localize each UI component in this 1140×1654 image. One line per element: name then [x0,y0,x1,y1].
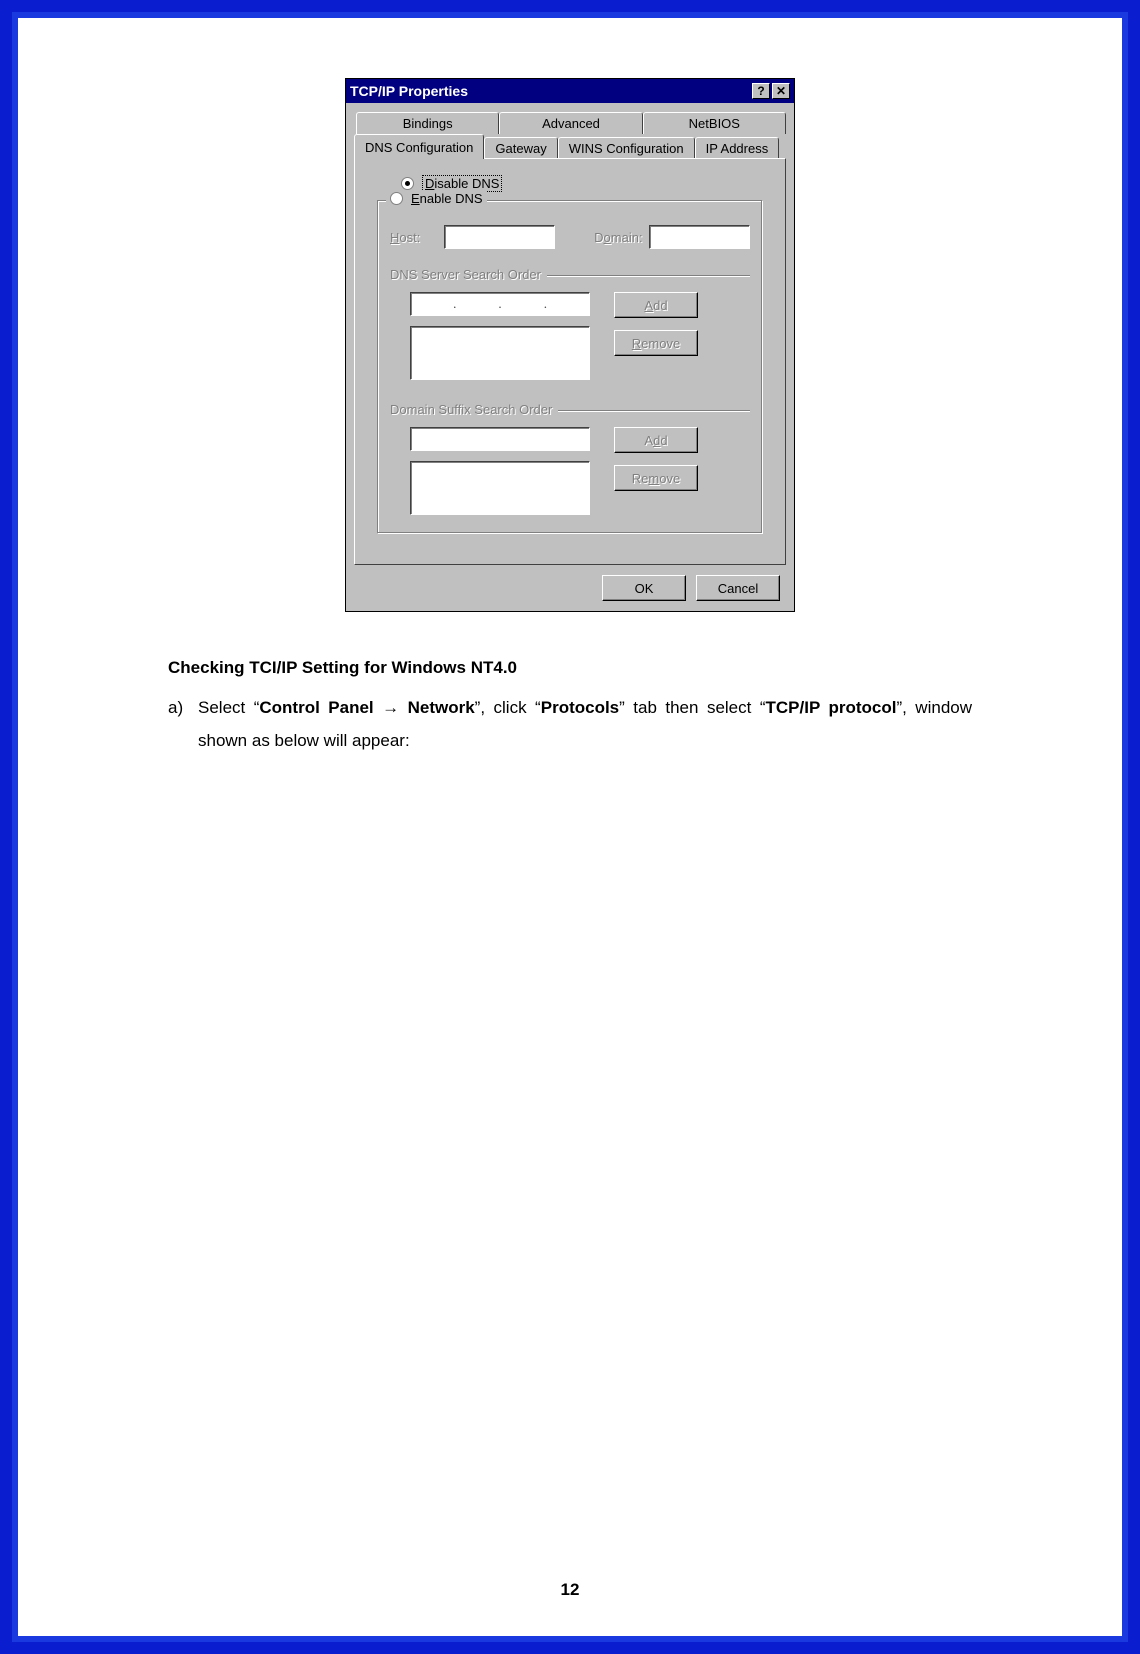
tab-advanced[interactable]: Advanced [499,112,642,134]
domain-input[interactable] [649,225,750,249]
dns-server-search-order-label: DNS Server Search Order [390,267,547,282]
domain-label: Domain: [594,230,642,245]
tab-ip-address[interactable]: IP Address [695,137,780,159]
dns-server-list[interactable] [410,326,590,380]
suffix-list[interactable] [410,461,590,515]
dns-configuration-panel: Disable DNS Enable DNS Host: Domain: [354,158,786,565]
domain-suffix-search-order-label: Domain Suffix Search Order [390,402,558,417]
dns-remove-button[interactable]: Remove [614,330,698,356]
dns-ip-input[interactable]: ... [410,292,590,316]
radio-enable-dns[interactable] [390,192,403,205]
help-button[interactable]: ? [752,83,770,99]
dialog-title: TCP/IP Properties [350,83,750,99]
titlebar: TCP/IP Properties ? ✕ [346,79,794,103]
page-number: 12 [18,1580,1122,1600]
help-icon: ? [757,85,764,97]
radio-icon [401,177,414,190]
tcpip-properties-dialog: TCP/IP Properties ? ✕ Bindings Advanced … [345,78,795,612]
radio-disable-dns[interactable]: Disable DNS [401,175,767,192]
tab-dns-configuration[interactable]: DNS Configuration [354,134,484,159]
tab-gateway[interactable]: Gateway [484,137,557,159]
close-button[interactable]: ✕ [772,83,790,99]
step-a: a) Select “Control Panel → Network”, cli… [168,692,972,757]
tab-netbios[interactable]: NetBIOS [643,112,786,134]
document-body: Checking TCI/IP Setting for Windows NT4.… [168,652,972,757]
radio-enable-label: Enable DNS [411,191,483,206]
radio-disable-label: Disable DNS [422,175,502,192]
cancel-button[interactable]: Cancel [696,575,780,601]
ok-button[interactable]: OK [602,575,686,601]
enable-dns-group: Enable DNS Host: Domain: DNS Se [377,200,763,534]
suffix-remove-button[interactable]: Remove [614,465,698,491]
suffix-input[interactable] [410,427,590,451]
host-label: Host: [390,230,438,245]
host-input[interactable] [444,225,555,249]
dns-add-button[interactable]: Add [614,292,698,318]
tab-bindings[interactable]: Bindings [356,112,499,134]
step-marker: a) [168,692,198,757]
tab-wins-configuration[interactable]: WINS Configuration [558,137,695,159]
suffix-add-button[interactable]: Add [614,427,698,453]
section-heading: Checking TCI/IP Setting for Windows NT4.… [168,652,972,684]
close-icon: ✕ [776,85,786,97]
